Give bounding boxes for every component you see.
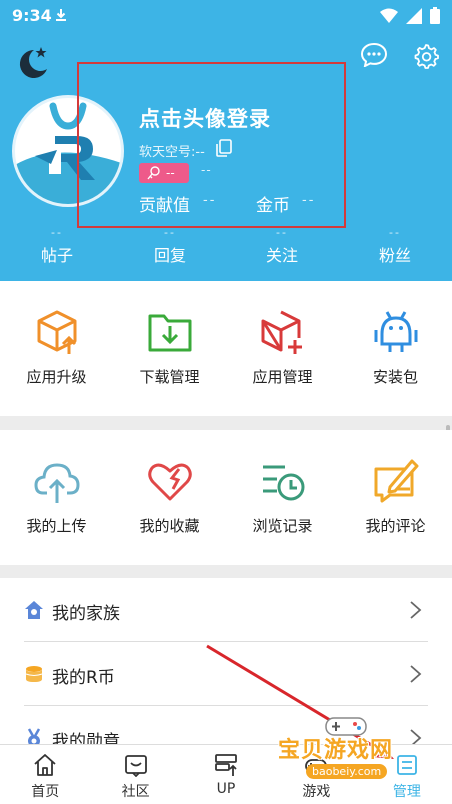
coins-value: --: [302, 193, 316, 208]
stat-posts[interactable]: -- 帖子: [17, 226, 97, 266]
app-tools-card: 应用升级 下载管理 应用管理 安装包: [0, 281, 452, 416]
grid-item-my-comments[interactable]: 我的评论: [339, 430, 452, 565]
stat-value: --: [164, 226, 176, 239]
stat-label: 回复: [153, 246, 186, 265]
list-item-label: 我的R币: [52, 668, 115, 688]
grid-item-download-manager[interactable]: 下载管理: [113, 281, 226, 416]
community-icon: [124, 755, 147, 777]
heart-icon: [147, 463, 192, 501]
list-item-label: 我的家族: [52, 604, 120, 624]
grid-item-browse-history[interactable]: 浏览记录: [226, 430, 339, 565]
android-icon: [374, 311, 417, 352]
up-server-icon: [215, 754, 237, 776]
status-icons: [380, 7, 440, 24]
status-bar: 9:34: [0, 0, 452, 32]
signal-icon: [406, 7, 422, 24]
grid-item-label: 应用升级: [26, 368, 87, 386]
battery-icon: [430, 7, 440, 24]
comment-edit-icon: [374, 459, 418, 503]
history-list-icon: [262, 465, 304, 501]
watermark: 宝贝游戏网 baobeiy.com: [276, 714, 418, 784]
grid-item-install-packages[interactable]: 安装包: [339, 281, 452, 416]
level-extra-value: --: [201, 163, 212, 177]
status-time: 9:34: [12, 6, 52, 25]
message-icon[interactable]: [361, 43, 387, 67]
tab-home[interactable]: 首页: [0, 745, 90, 804]
stat-following[interactable]: -- 关注: [242, 226, 322, 266]
stat-replies[interactable]: -- 回复: [130, 226, 210, 266]
grid-item-my-favorites[interactable]: 我的收藏: [113, 430, 226, 565]
stat-value: --: [389, 226, 401, 239]
folder-download-icon: [148, 314, 191, 352]
stat-value: --: [51, 226, 63, 239]
family-house-icon: [25, 601, 43, 619]
stat-value: --: [276, 226, 288, 239]
tab-label: 管理: [392, 784, 421, 800]
home-icon: [34, 754, 56, 776]
grid-item-app-upgrade[interactable]: 应用升级: [0, 281, 113, 416]
grid-item-label: 我的评论: [365, 517, 426, 535]
night-mode-icon[interactable]: [14, 44, 52, 82]
list-item-my-family[interactable]: 我的家族: [0, 578, 452, 642]
download-status-icon: [56, 9, 66, 21]
login-prompt[interactable]: 点击头像登录: [139, 103, 271, 133]
grid-item-label: 浏览记录: [252, 517, 313, 535]
contribution-value: --: [203, 193, 217, 208]
grid-item-label: 我的收藏: [139, 517, 200, 535]
tab-label: 游戏: [302, 784, 331, 800]
grid-item-app-manager[interactable]: 应用管理: [226, 281, 339, 416]
watermark-url: baobeiy.com: [306, 764, 388, 779]
tab-label: UP: [216, 781, 236, 797]
contribution-label: 贡献值: [139, 196, 190, 216]
stat-label: 帖子: [40, 246, 73, 265]
grid-item-label: 我的上传: [26, 517, 87, 535]
coin-stack-icon: [25, 666, 43, 682]
level-value: --: [166, 166, 175, 180]
profile-header: 9:34 点击头像登录 软天空号:-- -- -- 贡献值 -- 金币 -- -…: [0, 0, 452, 281]
grid-item-label: 下载管理: [139, 368, 200, 386]
grid-item-label: 安装包: [372, 368, 418, 386]
coins-label: 金币: [256, 196, 290, 216]
copy-icon[interactable]: [215, 139, 233, 157]
box-upload-icon: [37, 310, 76, 354]
personal-card: 我的上传 我的收藏 浏览记录 我的评论: [0, 430, 452, 565]
tab-label: 社区: [121, 784, 150, 800]
box-add-icon: [261, 310, 302, 354]
cloud-upload-icon: [33, 463, 80, 503]
level-badge: --: [139, 163, 189, 183]
wifi-icon: [380, 8, 398, 23]
chevron-right-icon: [410, 601, 422, 619]
ruan-sky-id: 软天空号:--: [139, 145, 205, 160]
tab-up[interactable]: UP: [181, 745, 271, 804]
stat-fans[interactable]: -- 粉丝: [355, 226, 435, 266]
level-icon: [147, 166, 160, 180]
stat-label: 关注: [265, 246, 298, 265]
settings-gear-icon[interactable]: [413, 43, 439, 69]
watermark-text: 宝贝游戏网: [278, 738, 394, 763]
tab-label: 首页: [31, 784, 60, 800]
list-item-my-r-coins[interactable]: 我的R币: [0, 642, 452, 706]
grid-item-label: 应用管理: [252, 368, 313, 386]
tab-community[interactable]: 社区: [90, 745, 180, 804]
chevron-right-icon: [410, 665, 422, 683]
grid-item-my-uploads[interactable]: 我的上传: [0, 430, 113, 565]
stat-label: 粉丝: [378, 246, 411, 265]
